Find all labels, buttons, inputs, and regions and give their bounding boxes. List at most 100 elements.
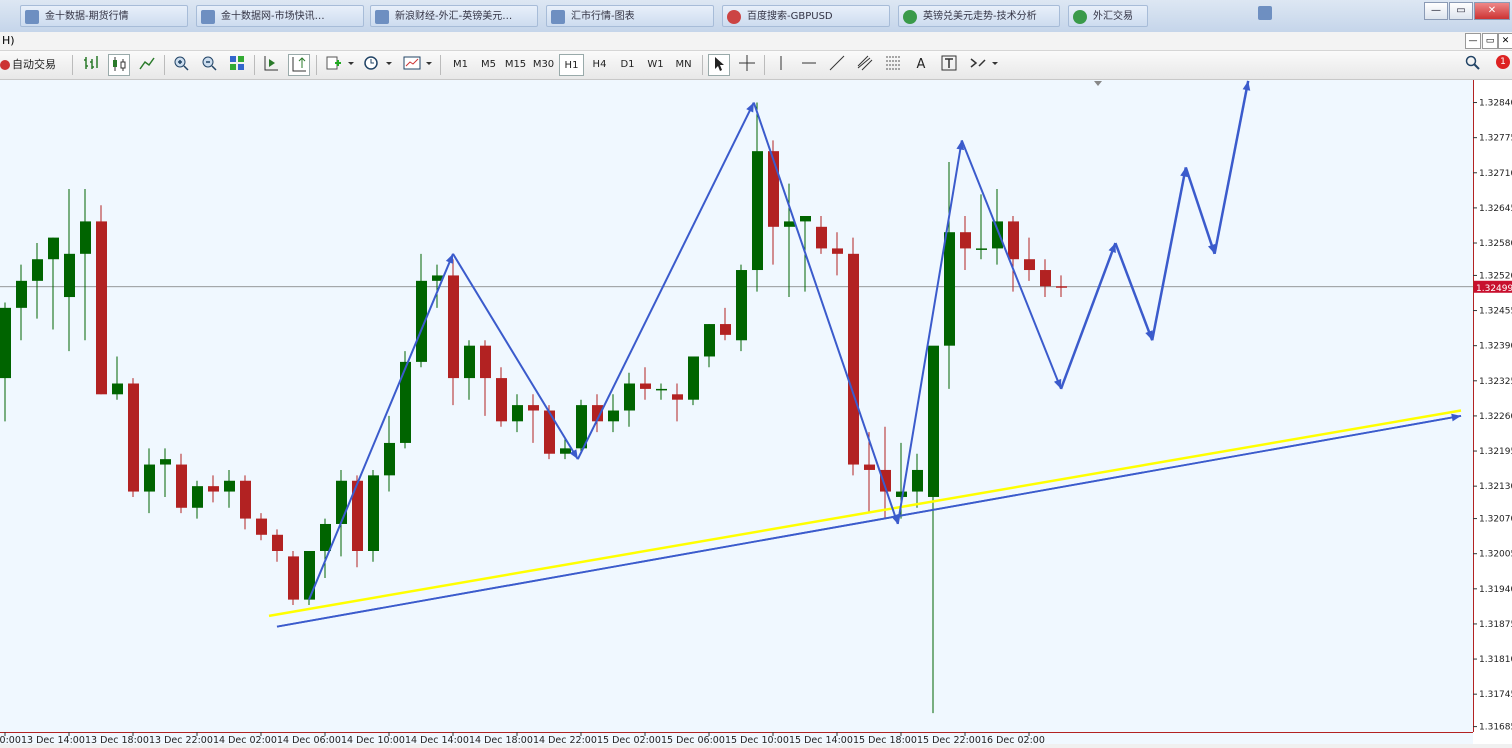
auto-scroll-icon[interactable] <box>260 54 282 76</box>
candle-body <box>160 459 171 465</box>
periodicity-icon[interactable] <box>360 54 394 76</box>
price-tick-label: 1.32455 <box>1479 307 1512 317</box>
templates-icon[interactable] <box>400 54 434 76</box>
taskbar-item[interactable]: 汇市行情-图表 <box>546 5 714 27</box>
autotrade-button[interactable]: 自动交易 <box>0 54 64 76</box>
price-tick-label: 1.32130 <box>1479 482 1512 492</box>
restore-window-button[interactable]: ▭ <box>1449 2 1473 20</box>
time-tick-label: 15 Dec 02:00 <box>597 735 661 744</box>
taskbar-item[interactable]: 百度搜索-GBPUSD <box>722 5 890 27</box>
candle-body <box>80 221 91 254</box>
timeframe-h1-button[interactable]: H1 <box>559 54 584 76</box>
child-close-button[interactable]: ✕ <box>1498 33 1512 49</box>
candle-body <box>128 383 139 492</box>
timeframe-m15-button[interactable]: M15 <box>503 54 528 76</box>
taskbar-app-icon <box>903 10 917 24</box>
candle-body <box>656 388 667 391</box>
candle-body <box>848 253 859 465</box>
candle-body <box>320 523 331 551</box>
taskbar: 金十数据-期货行情 金十数据网-市场快讯… 新浪财经-外汇-英镑美元… 汇市行情-图表… <box>0 0 1512 33</box>
minimize-window-button[interactable]: — <box>1424 2 1448 20</box>
child-minimize-button[interactable]: — <box>1465 33 1481 49</box>
price-tick-label: 1.32580 <box>1479 239 1512 249</box>
time-tick-label: 15 Dec 10:00 <box>725 735 789 744</box>
zoom-in-icon[interactable] <box>170 54 192 76</box>
price-chart[interactable]: 1.32840 1.32775 1.32710 1.32645 1.32580 1.325… <box>0 80 1512 746</box>
close-window-button[interactable]: ✕ <box>1474 2 1510 20</box>
time-tick-label: 14 Dec 18:00 <box>469 735 533 744</box>
arrows-icon[interactable] <box>966 54 1000 76</box>
text-tool-button[interactable]: A <box>910 54 932 76</box>
taskbar-item[interactable]: 金十数据-期货行情 <box>20 5 188 27</box>
candle-body <box>112 383 123 395</box>
time-tick-label: 14 Dec 22:00 <box>533 735 597 744</box>
taskbar-item[interactable]: 英镑兑美元走势-技术分析 <box>898 5 1060 27</box>
candle-body <box>688 356 699 400</box>
trendline-icon[interactable] <box>826 54 848 76</box>
candle-body <box>912 469 923 492</box>
taskbar-item[interactable]: 金十数据网-市场快讯… <box>196 5 364 27</box>
candlestick-icon[interactable] <box>108 54 130 76</box>
chart-toolbar: 自动交易 M1 M5 M15 M30 H1 H4 D1 W1 MN A 1 <box>0 51 1512 80</box>
text-label-icon[interactable] <box>938 54 960 76</box>
line-chart-icon[interactable] <box>136 54 158 76</box>
tile-windows-icon[interactable] <box>226 54 248 76</box>
taskbar-app-icon <box>551 10 565 24</box>
taskbar-item-label: 外汇交易 <box>1093 11 1133 22</box>
candle-body <box>64 253 75 298</box>
bar-chart-icon[interactable] <box>80 54 102 76</box>
timeframe-m5-button[interactable]: M5 <box>476 54 501 76</box>
candlestick-chart[interactable]: 1.32840 1.32775 1.32710 1.32645 1.32580 1.325… <box>0 80 1512 746</box>
taskbar-item[interactable]: 新浪财经-外汇-英镑美元… <box>370 5 538 27</box>
timeframe-mn-button[interactable]: MN <box>671 54 696 76</box>
candle-body <box>992 221 1003 249</box>
time-tick-label: 14 Dec 10:00 <box>341 735 405 744</box>
timeframe-w1-button[interactable]: W1 <box>643 54 668 76</box>
candle-body <box>832 248 843 254</box>
horizontal-line-icon[interactable] <box>798 54 820 76</box>
equidistant-channel-icon[interactable] <box>854 54 876 76</box>
timeframe-m30-button[interactable]: M30 <box>531 54 556 76</box>
search-icon[interactable] <box>1462 54 1484 76</box>
taskbar-item-label: 新浪财经-外汇-英镑美元… <box>395 11 513 22</box>
candle-body <box>144 464 155 492</box>
taskbar-item[interactable]: 外汇交易 <box>1068 5 1148 27</box>
timeframe-m1-button[interactable]: M1 <box>448 54 473 76</box>
candle-body <box>16 280 27 308</box>
time-tick-label: 16 Dec 02:00 <box>981 735 1045 744</box>
notifications-icon[interactable]: 1 <box>1488 54 1510 76</box>
chart-window-title: H) <box>2 34 15 47</box>
candle-body <box>672 394 683 400</box>
candle-body <box>368 475 379 551</box>
candle-body <box>192 486 203 508</box>
taskbar-item-label: 金十数据-期货行情 <box>45 11 129 22</box>
fibonacci-icon[interactable] <box>882 54 904 76</box>
candle-body <box>816 226 827 249</box>
candle-body <box>32 259 43 281</box>
price-tick-label: 1.31685 <box>1479 723 1512 733</box>
candle-body <box>528 405 539 411</box>
timeframe-h4-button[interactable]: H4 <box>587 54 612 76</box>
taskbar-right-icon[interactable] <box>1258 6 1272 20</box>
child-restore-button[interactable]: ▭ <box>1482 33 1498 49</box>
time-tick-label: 13 Dec 14:00 <box>21 735 85 744</box>
chart-shift-icon[interactable] <box>288 54 310 76</box>
candle-body <box>976 248 987 250</box>
candle-body <box>176 464 187 508</box>
cursor-icon[interactable] <box>708 54 730 76</box>
vertical-line-icon[interactable] <box>770 54 792 76</box>
candle-body <box>1024 259 1035 271</box>
taskbar-app-icon <box>375 10 389 24</box>
candle-body <box>864 464 875 470</box>
candle-body <box>304 550 315 600</box>
candle-body <box>240 480 251 519</box>
candle-body <box>336 480 347 524</box>
zoom-out-icon[interactable] <box>198 54 220 76</box>
crosshair-icon[interactable] <box>736 54 758 76</box>
candle-body <box>0 307 11 379</box>
timeframe-d1-button[interactable]: D1 <box>615 54 640 76</box>
taskbar-app-icon <box>25 10 39 24</box>
indicators-icon[interactable] <box>322 54 356 76</box>
price-tick-label: 1.32325 <box>1479 377 1512 387</box>
candle-body <box>448 275 459 379</box>
